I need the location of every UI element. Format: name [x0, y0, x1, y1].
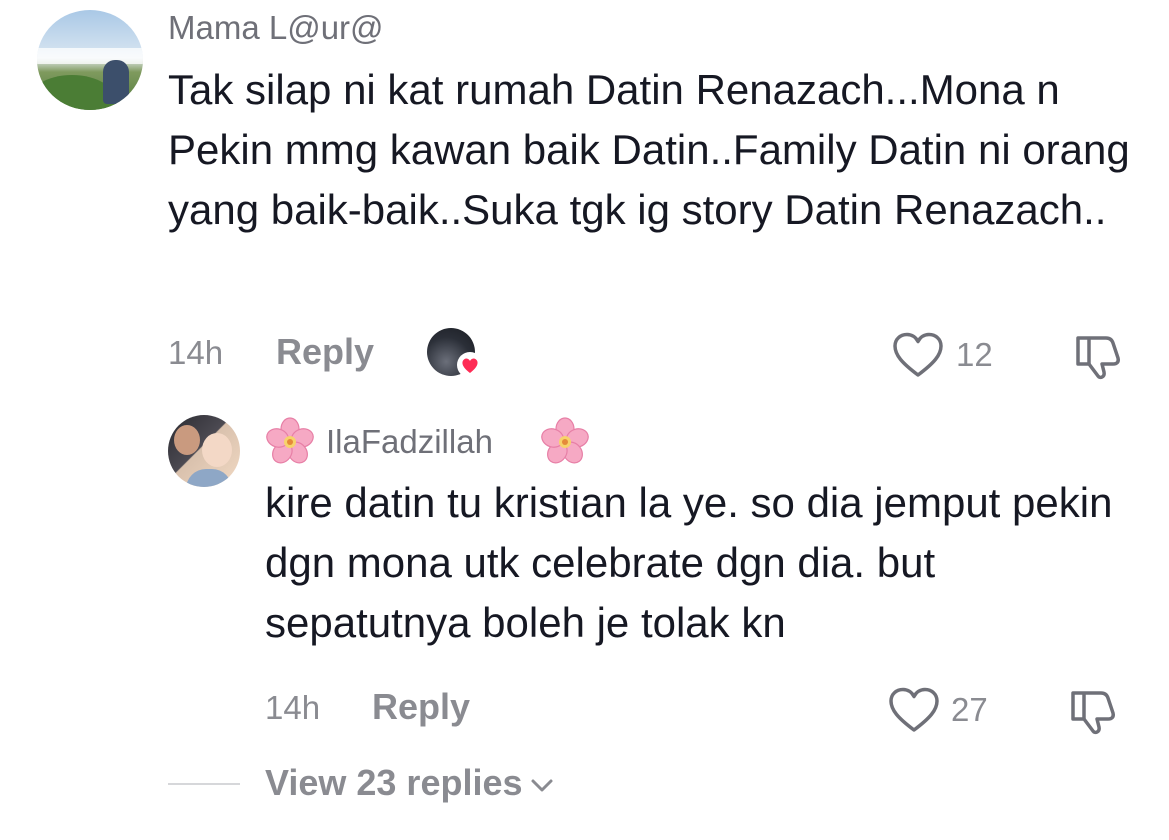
- replies-divider: [168, 783, 240, 785]
- like-count: 12: [956, 336, 993, 373]
- cherry-blossom-icon: [266, 417, 314, 464]
- comment-text: Tak silap ni kat rumah Datin Renazach...…: [168, 66, 1130, 233]
- comment-timestamp: 14h: [168, 334, 224, 371]
- reply-button[interactable]: Reply: [372, 686, 470, 728]
- like-count: 27: [951, 691, 988, 728]
- reply-username[interactable]: IlaFadzillah: [326, 423, 493, 461]
- creator-heart-icon: [457, 352, 483, 378]
- comment-username[interactable]: Mama L@ur@: [168, 9, 384, 47]
- view-replies-label: View 23 replies: [265, 762, 523, 803]
- like-heart-icon[interactable]: [892, 331, 944, 379]
- reply-avatar[interactable]: [168, 415, 240, 487]
- view-replies-button[interactable]: View 23 replies: [265, 762, 555, 804]
- reply-timestamp: 14h: [265, 689, 321, 726]
- comment-avatar[interactable]: [37, 10, 143, 110]
- thumbs-down-icon[interactable]: [1067, 685, 1119, 737]
- like-heart-icon[interactable]: [888, 686, 940, 734]
- cherry-blossom-icon: [541, 417, 589, 464]
- chevron-down-icon: [531, 779, 553, 792]
- reply-text: kire datin tu kristian la ye. so dia jem…: [265, 479, 1113, 646]
- thumbs-down-icon[interactable]: [1072, 330, 1124, 382]
- reply-button[interactable]: Reply: [276, 331, 374, 373]
